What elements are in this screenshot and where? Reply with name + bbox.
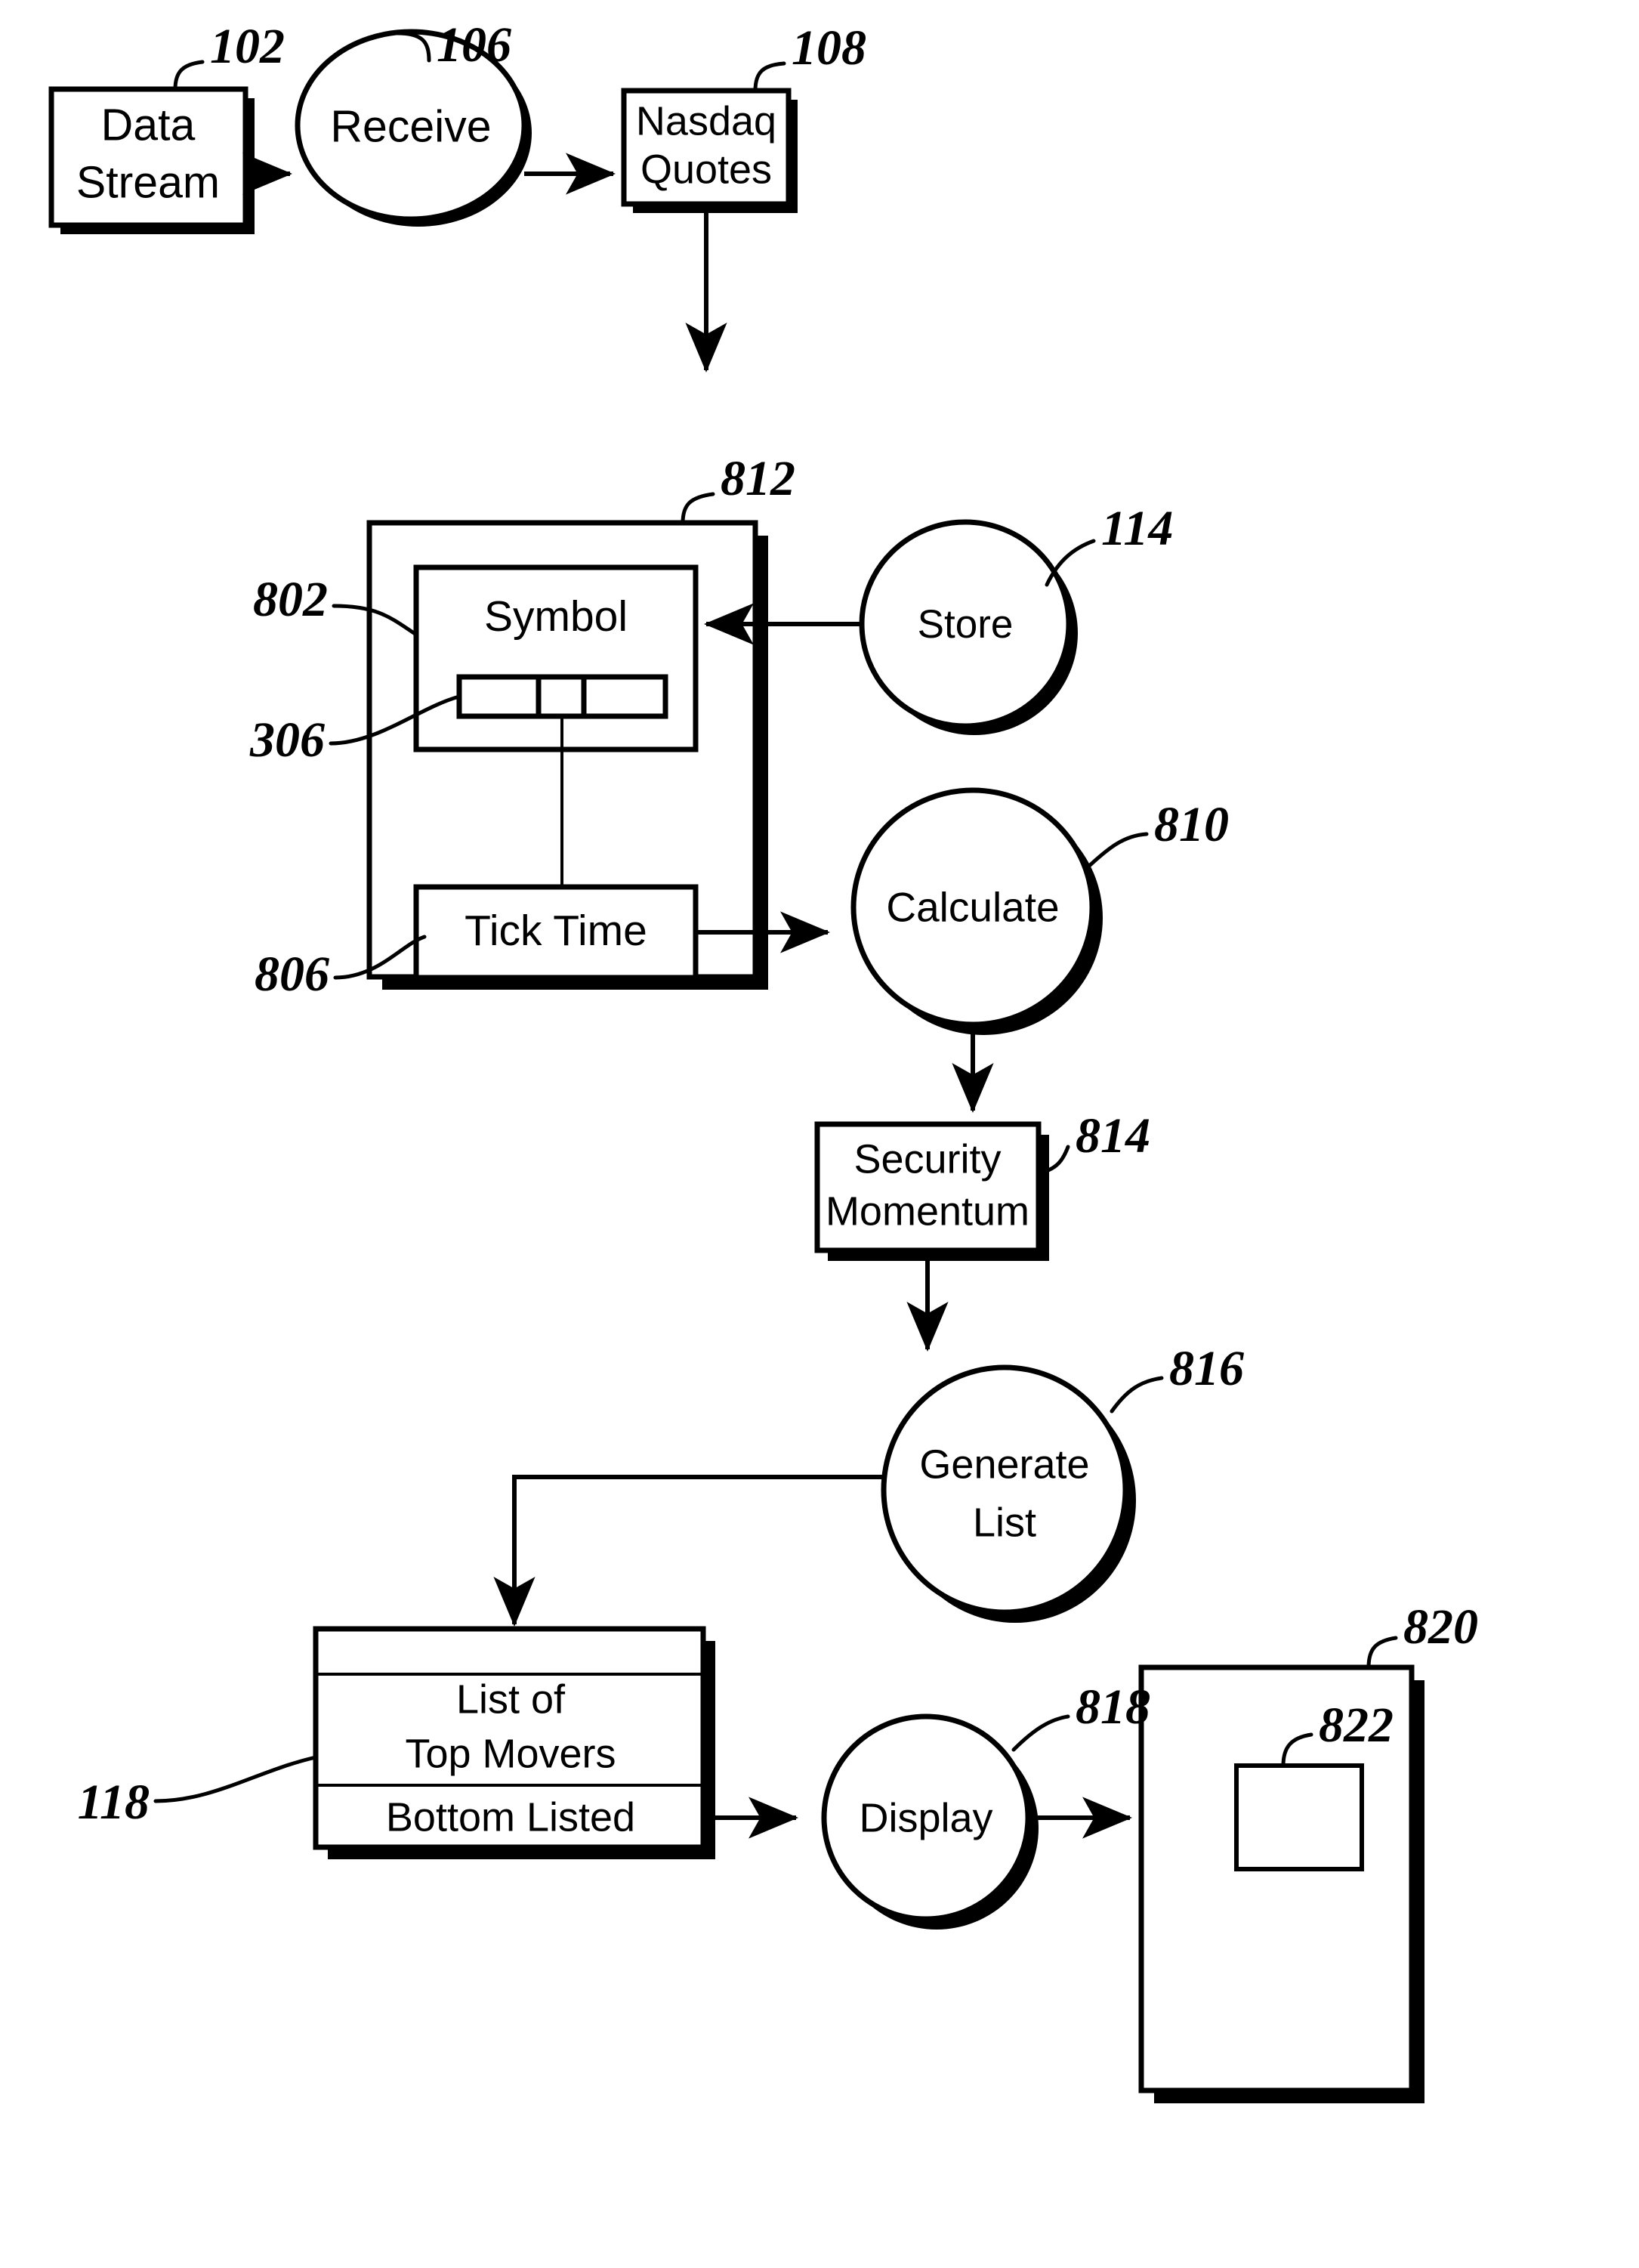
leader-810 [1085, 832, 1149, 870]
node-label-tick-time: Tick Time [465, 907, 647, 955]
ref-label-816: 816 [1169, 1341, 1244, 1396]
ref-label-108: 108 [792, 20, 866, 76]
node-label-nasdaq-line1: Nasdaq [636, 98, 776, 144]
ref-label-118: 118 [78, 1775, 150, 1830]
ref-label-306: 306 [249, 712, 325, 768]
ref-label-114: 114 [1101, 501, 1173, 556]
flowchart-svg: Data Stream Receive Nasdaq Quotes Store … [48, 17, 1478, 2103]
leader-818 [1011, 1714, 1070, 1752]
node-label-generate-line1: Generate [919, 1441, 1089, 1487]
ref-label-806: 806 [255, 947, 329, 1002]
ref-label-820: 820 [1403, 1599, 1478, 1655]
leader-816 [1110, 1376, 1164, 1414]
leader-118 [153, 1755, 318, 1803]
leader-102 [173, 60, 205, 91]
node-label-data-stream-line2: Stream [76, 158, 220, 208]
node-label-security-line2: Momentum [826, 1188, 1029, 1234]
leader-108 [753, 61, 786, 93]
node-label-list-line3: Bottom Listed [386, 1794, 635, 1840]
node-generate-list [881, 1364, 1136, 1623]
leader-820 [1366, 1636, 1398, 1670]
node-label-list-line1: List of [456, 1676, 566, 1722]
node-label-list-line2: Top Movers [405, 1731, 616, 1776]
node-label-security-line1: Security [853, 1136, 1001, 1182]
node-label-receive: Receive [330, 102, 491, 152]
node-label-generate-line2: List [973, 1500, 1036, 1545]
ref-label-802: 802 [253, 572, 328, 627]
node-label-data-stream-line1: Data [101, 100, 196, 150]
ref-label-822: 822 [1319, 1698, 1394, 1753]
leader-812 [681, 492, 715, 525]
ref-label-810: 810 [1154, 797, 1229, 852]
node-label-symbol: Symbol [484, 592, 628, 641]
node-label-store: Store [918, 602, 1014, 647]
node-label-calculate: Calculate [886, 884, 1059, 931]
node-display-window [1234, 1763, 1364, 1871]
edge-generatelist-topmovers [493, 1475, 884, 1627]
node-label-display: Display [859, 1795, 992, 1840]
ref-label-106: 106 [437, 17, 511, 73]
ref-label-814: 814 [1076, 1108, 1150, 1163]
node-label-nasdaq-line2: Quotes [640, 147, 772, 192]
patent-figure-canvas: Data Stream Receive Nasdaq Quotes Store … [0, 0, 1639, 2268]
node-segment-bar-306 [456, 674, 668, 719]
ref-label-812: 812 [721, 451, 795, 506]
ref-label-102: 102 [210, 19, 285, 74]
ref-label-818: 818 [1076, 1679, 1150, 1735]
